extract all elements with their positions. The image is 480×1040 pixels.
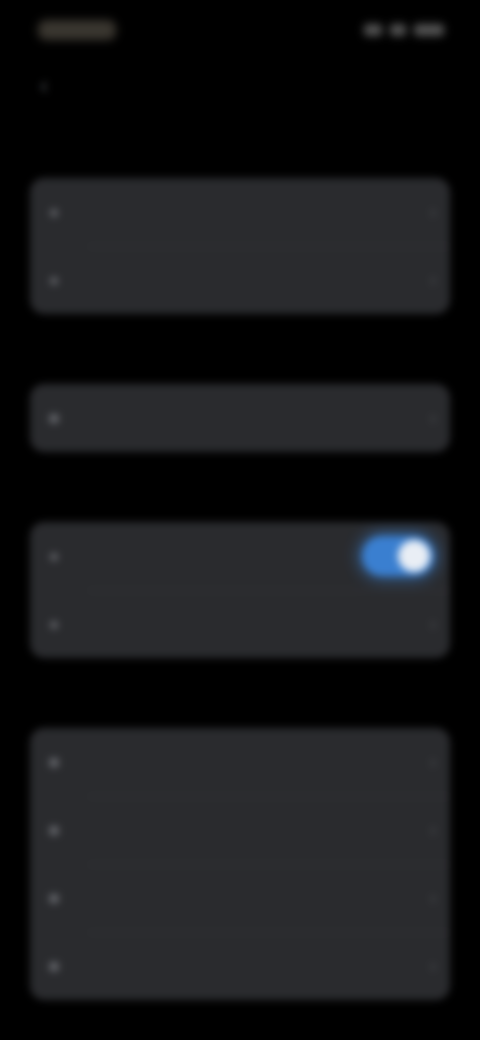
chevron-right-icon: › xyxy=(430,751,436,772)
circle-icon: ● xyxy=(48,613,60,634)
status-bar xyxy=(0,14,480,46)
square-icon: ■ xyxy=(48,407,60,428)
square-icon: ■ xyxy=(48,955,60,976)
chevron-left-icon[interactable]: ‹ xyxy=(40,74,60,98)
wifi-icon xyxy=(390,24,406,36)
settings-row[interactable]: ■ › xyxy=(30,796,450,864)
status-time xyxy=(38,20,116,40)
chevron-right-icon: › xyxy=(430,887,436,908)
battery-icon xyxy=(414,24,444,36)
toggle-knob xyxy=(398,540,430,572)
settings-group-2: ■ › xyxy=(30,384,450,452)
chevron-right-icon: › xyxy=(430,407,436,428)
chevron-right-icon: › xyxy=(430,955,436,976)
settings-row: ● xyxy=(30,522,450,590)
settings-group-1: ● › ● › xyxy=(30,178,450,314)
toggle-switch[interactable] xyxy=(362,536,434,576)
square-icon: ■ xyxy=(48,819,60,840)
settings-row[interactable]: ■ › xyxy=(30,932,450,1000)
chevron-right-icon: › xyxy=(430,269,436,290)
circle-icon: ● xyxy=(48,269,60,290)
settings-group-4: ■ › ■ › ■ › ■ › xyxy=(30,728,450,1000)
settings-row[interactable]: ● › xyxy=(30,590,450,658)
settings-row[interactable]: ■ › xyxy=(30,728,450,796)
status-icons xyxy=(352,20,444,40)
square-icon: ■ xyxy=(48,887,60,908)
settings-row[interactable]: ■ › xyxy=(30,384,450,452)
chevron-right-icon: › xyxy=(430,819,436,840)
settings-screen: ‹ ● › ● › ■ › ● ● › ■ › ■ › ■ › ■ › xyxy=(0,0,480,1040)
settings-group-3: ● ● › xyxy=(30,522,450,658)
signal-icon xyxy=(364,24,382,36)
navigation-bar: ‹ xyxy=(0,66,480,110)
circle-icon: ● xyxy=(48,545,60,566)
settings-row[interactable]: ● › xyxy=(30,178,450,246)
settings-row[interactable]: ● › xyxy=(30,246,450,314)
circle-icon: ● xyxy=(48,201,60,222)
chevron-right-icon: › xyxy=(430,201,436,222)
chevron-right-icon: › xyxy=(430,613,436,634)
settings-row[interactable]: ■ › xyxy=(30,864,450,932)
square-icon: ■ xyxy=(48,751,60,772)
